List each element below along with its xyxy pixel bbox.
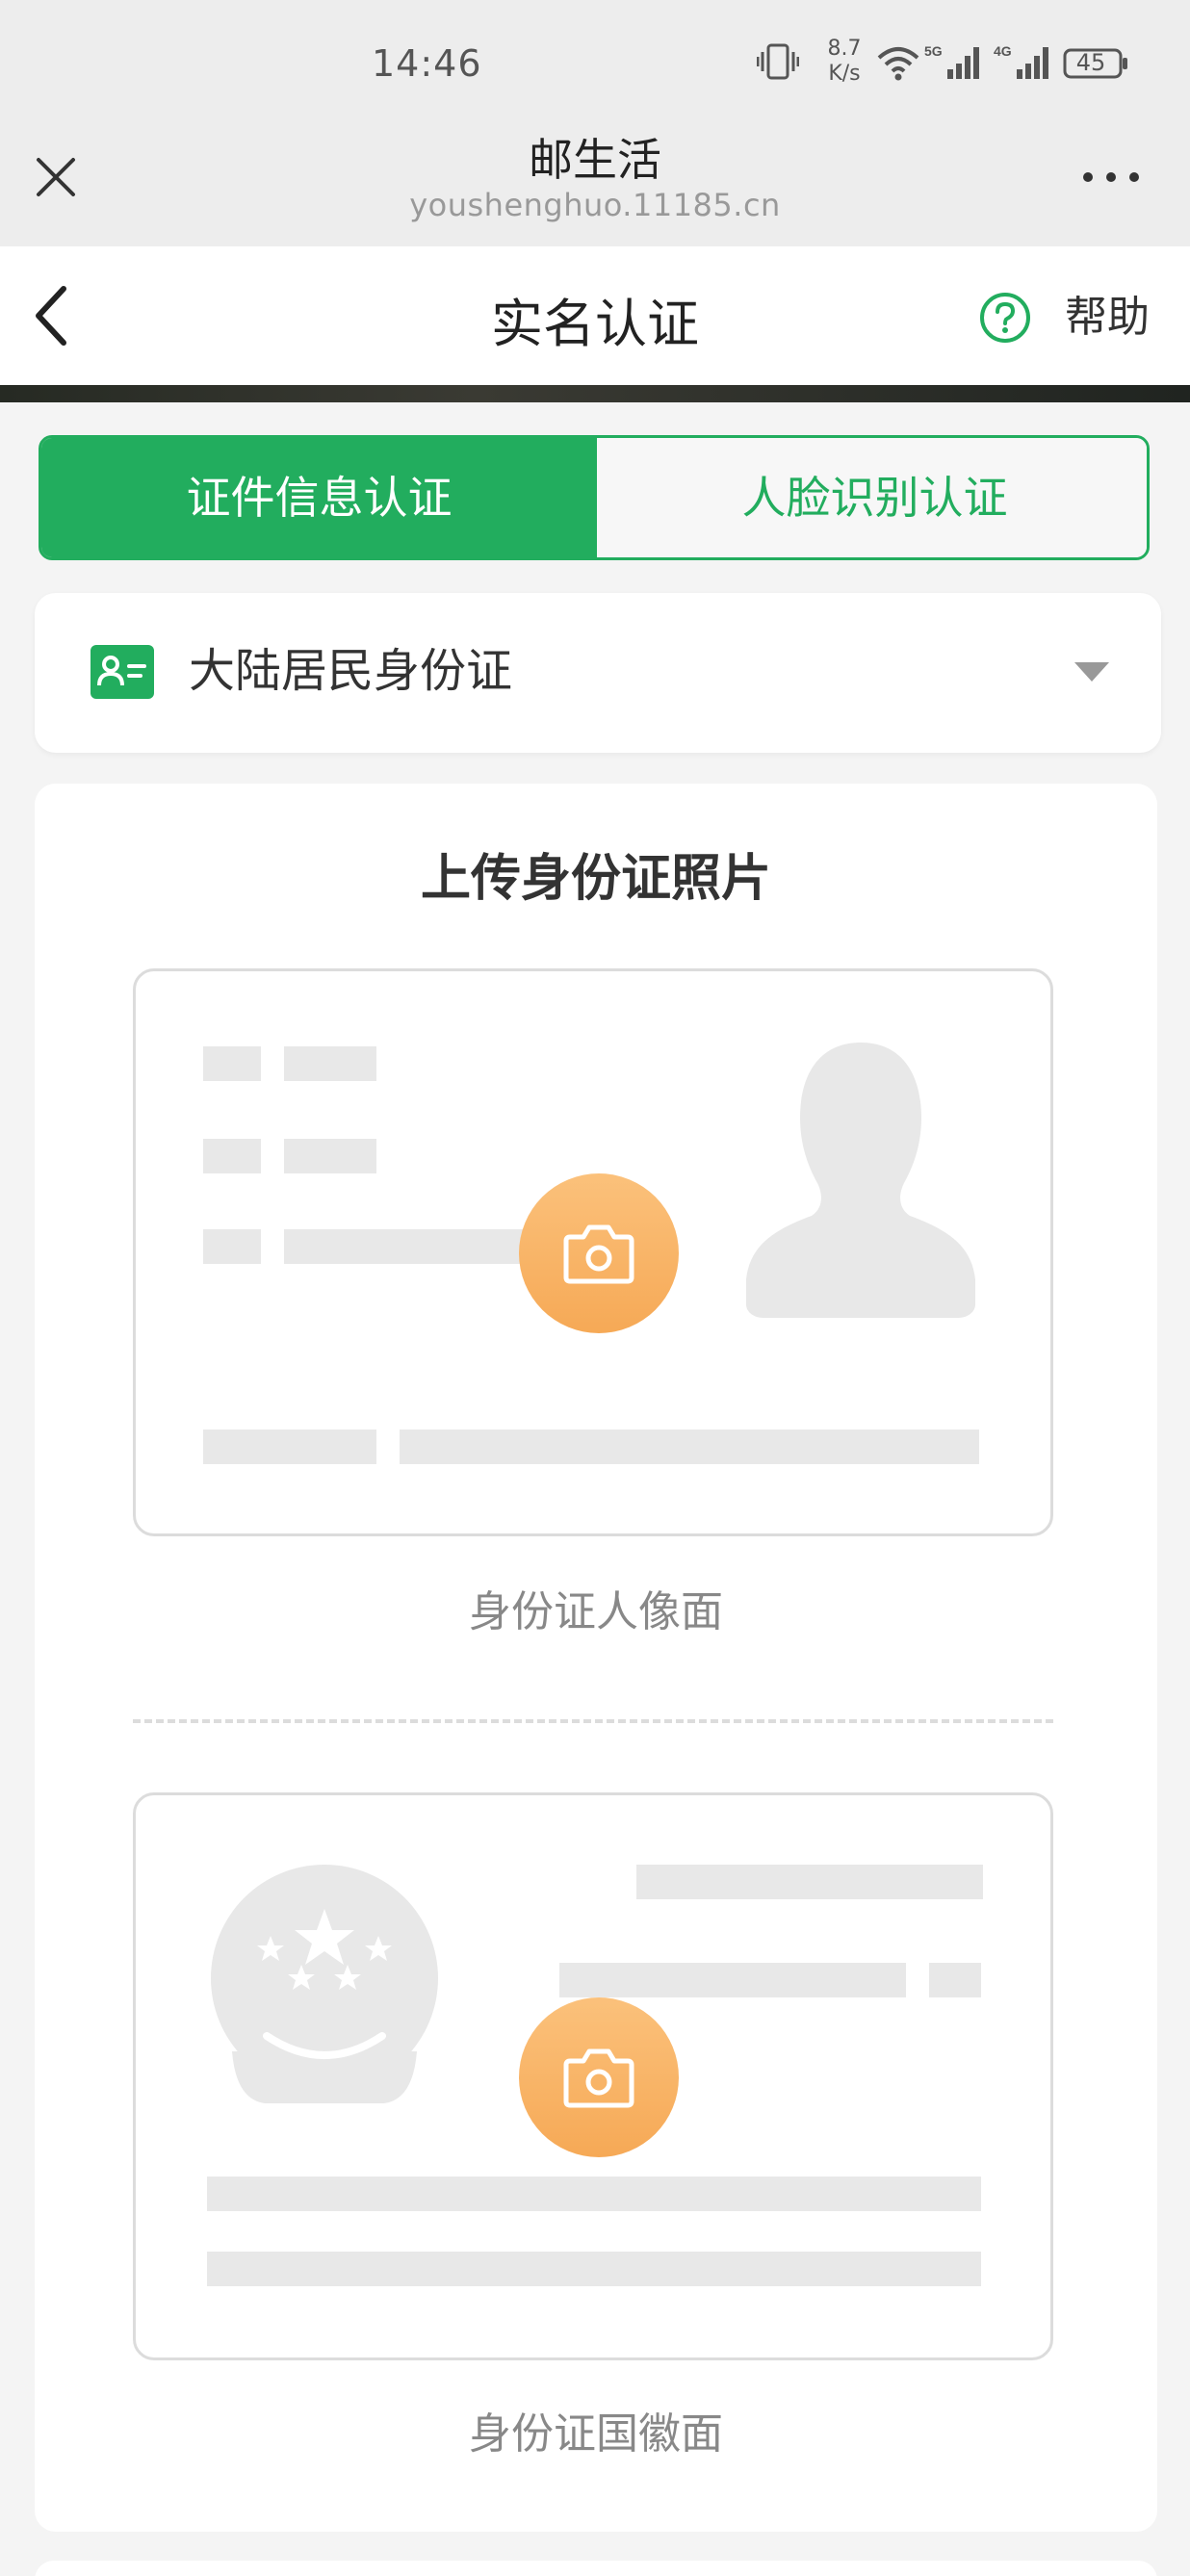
wifi-icon — [877, 47, 919, 81]
status-time: 14:46 — [372, 42, 482, 85]
placeholder-line — [929, 1963, 981, 1997]
header-divider — [0, 385, 1190, 402]
placeholder-line — [284, 1046, 376, 1081]
page: 14:46 8.7 K/s 5G 4G 45 邮生活 youshenghuo.1… — [0, 0, 1190, 2576]
placeholder-line — [203, 1139, 261, 1173]
signal-5g-icon: 5G — [924, 43, 979, 79]
app-header: 实名认证 帮助 — [0, 246, 1190, 385]
browser-bar: 邮生活 youshenghuo.11185.cn — [0, 116, 1190, 246]
tab-face-recognition[interactable]: 人脸识别认证 — [597, 438, 1147, 557]
dashed-divider — [133, 1719, 1053, 1723]
status-bar: 14:46 8.7 K/s 5G 4G 45 — [0, 0, 1190, 116]
national-emblem-icon — [211, 1865, 438, 2103]
placeholder-line — [400, 1430, 979, 1464]
tab-id-info[interactable]: 证件信息认证 — [41, 438, 597, 557]
placeholder-line — [203, 1229, 261, 1264]
auth-tabs: 证件信息认证 人脸识别认证 — [39, 435, 1150, 560]
placeholder-line — [207, 2252, 981, 2286]
placeholder-line — [203, 1046, 261, 1081]
front-caption: 身份证人像面 — [469, 1587, 723, 1636]
id-front-upload[interactable] — [133, 968, 1053, 1536]
browser-title: 邮生活 — [529, 134, 661, 186]
camera-button-front[interactable] — [519, 1173, 679, 1333]
net-speed: 8.7 K/s — [820, 37, 868, 87]
id-type-select[interactable]: 大陆居民身份证 — [35, 593, 1161, 753]
net-speed-unit: K/s — [828, 62, 861, 86]
placeholder-line — [207, 2177, 981, 2211]
battery-level: 45 — [1075, 49, 1106, 76]
placeholder-line — [636, 1865, 983, 1899]
placeholder-line — [284, 1139, 376, 1173]
placeholder-line — [203, 1430, 376, 1464]
id-card-icon — [91, 645, 154, 699]
next-card-edge — [35, 2561, 1157, 2576]
signal-5g-label: 5G — [924, 43, 943, 59]
signal-4g-label: 4G — [994, 43, 1012, 59]
portrait-silhouette-icon — [746, 1043, 975, 1318]
net-speed-value: 8.7 — [827, 37, 862, 61]
camera-button-back[interactable] — [519, 1997, 679, 2157]
signal-4g-icon: 4G — [994, 43, 1048, 79]
upload-card: 上传身份证照片 身份证人像面 身份证国徽面 — [35, 784, 1157, 2532]
back-caption: 身份证国徽面 — [469, 2409, 723, 2459]
help-icon — [980, 293, 1030, 343]
camera-icon — [563, 1224, 634, 1284]
id-back-upload[interactable] — [133, 1792, 1053, 2360]
battery-icon: 45 — [1063, 48, 1130, 79]
browser-url: youshenghuo.11185.cn — [409, 187, 781, 223]
id-type-value: 大陆居民身份证 — [189, 644, 513, 698]
upload-title: 上传身份证照片 — [420, 850, 771, 908]
placeholder-line — [284, 1229, 534, 1264]
more-icon[interactable] — [1080, 166, 1142, 189]
placeholder-line — [559, 1963, 906, 1997]
camera-icon — [563, 2048, 634, 2108]
caret-down-icon — [1074, 662, 1109, 682]
help-label: 帮助 — [1065, 293, 1150, 342]
vibrate-icon — [757, 43, 799, 80]
